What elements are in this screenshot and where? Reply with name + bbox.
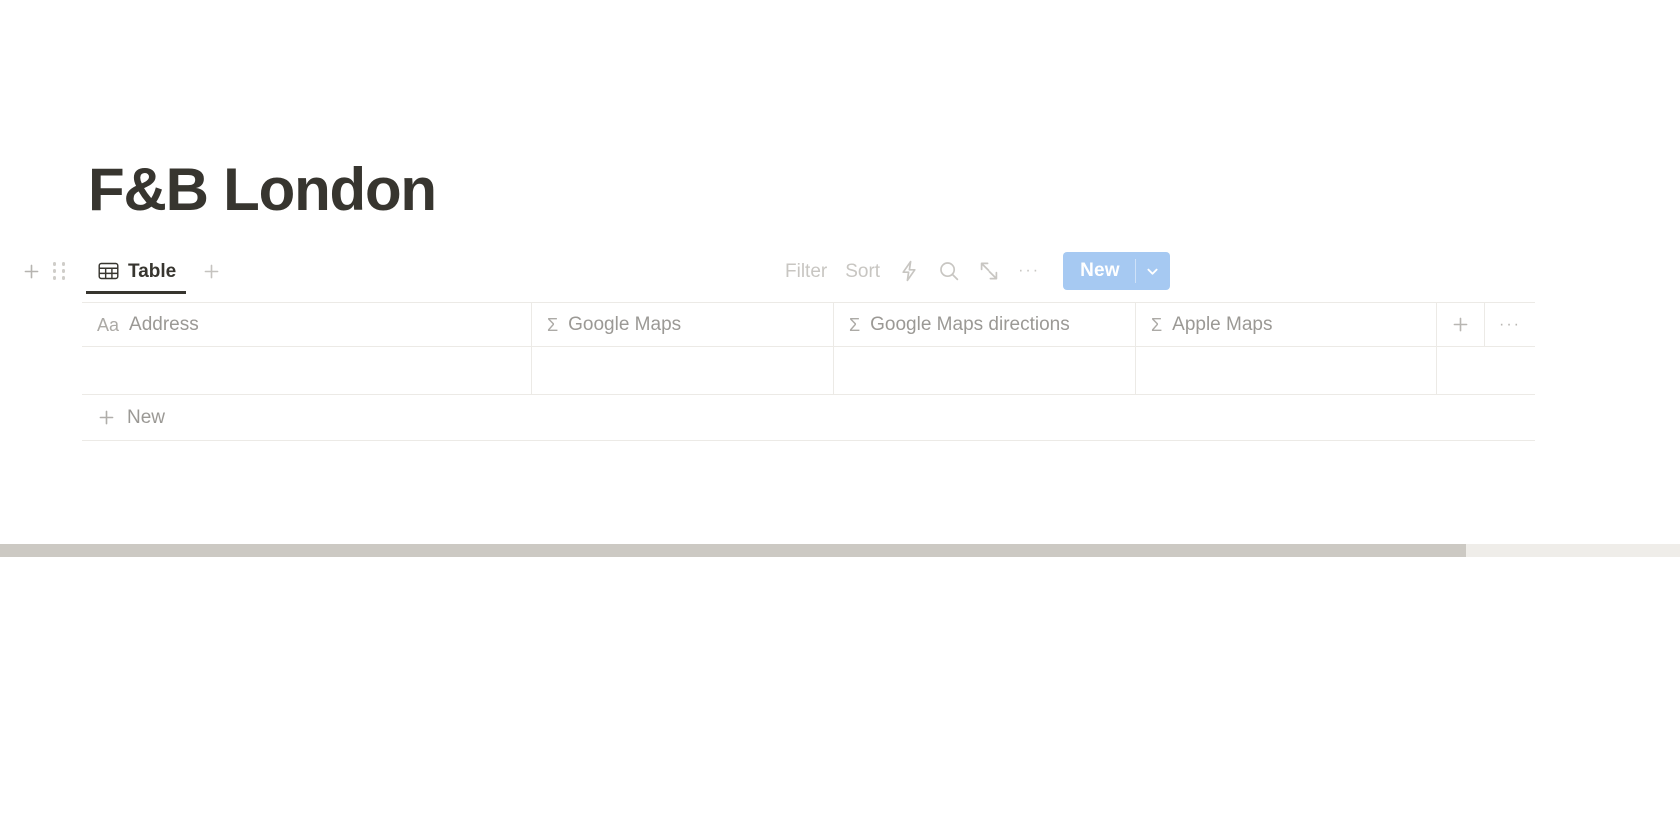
new-row-label: New xyxy=(127,407,166,428)
table-header-row: Aa Address Σ Google Maps Σ Google Maps d… xyxy=(82,302,1535,347)
plus-icon xyxy=(97,408,116,427)
page-title[interactable]: F&B London xyxy=(88,154,437,226)
column-header-label: Google Maps directions xyxy=(870,314,1070,335)
drag-handle-dots xyxy=(52,262,66,280)
view-tab-table[interactable]: Table xyxy=(86,248,187,294)
add-view-plus-icon[interactable] xyxy=(16,256,46,286)
formula-icon: Σ xyxy=(1151,314,1163,335)
column-header-google-maps[interactable]: Σ Google Maps xyxy=(532,303,834,346)
filter-button[interactable]: Filter xyxy=(776,262,836,281)
drag-handle-icon[interactable] xyxy=(46,256,72,286)
table-icon xyxy=(98,262,119,280)
column-header-apple-maps[interactable]: Σ Apple Maps xyxy=(1136,303,1437,346)
table-cell-google-maps-directions[interactable] xyxy=(834,347,1136,394)
lightning-bolt-icon[interactable] xyxy=(889,251,929,291)
table-cell-spacer xyxy=(1437,347,1535,394)
add-column-plus-icon[interactable] xyxy=(1437,303,1485,346)
text-type-icon: Aa xyxy=(97,314,120,335)
horizontal-scrollbar-thumb[interactable] xyxy=(0,544,1466,557)
column-header-label: Address xyxy=(129,314,199,335)
new-button[interactable]: New xyxy=(1063,252,1170,290)
table-cell-google-maps[interactable] xyxy=(532,347,834,394)
new-row-button[interactable]: New xyxy=(82,395,1535,441)
add-tab-plus-icon[interactable] xyxy=(196,256,226,286)
view-options-ellipsis-icon[interactable]: ··· xyxy=(1009,251,1049,291)
sort-button[interactable]: Sort xyxy=(836,262,889,281)
view-tab-label: Table xyxy=(128,260,177,282)
database-table: Aa Address Σ Google Maps Σ Google Maps d… xyxy=(82,302,1535,441)
search-icon[interactable] xyxy=(929,251,969,291)
view-toolbar: Table Filter Sort ··· New xyxy=(0,248,1645,294)
column-header-google-maps-directions[interactable]: Σ Google Maps directions xyxy=(834,303,1136,346)
formula-icon: Σ xyxy=(849,314,861,335)
page-title-container: F&B London xyxy=(88,150,1488,230)
horizontal-scrollbar[interactable] xyxy=(0,544,1680,557)
table-row[interactable] xyxy=(82,347,1535,395)
expand-arrows-icon[interactable] xyxy=(969,251,1009,291)
new-button-label: New xyxy=(1080,260,1120,281)
table-cell-apple-maps[interactable] xyxy=(1136,347,1437,394)
view-toolbar-right: Filter Sort ··· New xyxy=(776,248,1170,294)
column-header-label: Apple Maps xyxy=(1172,314,1273,335)
table-options-ellipsis-icon[interactable]: ··· xyxy=(1485,303,1535,346)
view-toolbar-left: Table xyxy=(16,248,226,294)
chevron-down-icon[interactable] xyxy=(1136,252,1170,290)
notion-database-page: F&B London Table Filter Sort ··· New Aa … xyxy=(0,0,1680,840)
formula-icon: Σ xyxy=(547,314,559,335)
column-header-label: Google Maps xyxy=(568,314,682,335)
table-cell-address[interactable] xyxy=(82,347,532,394)
column-header-address[interactable]: Aa Address xyxy=(82,303,532,346)
